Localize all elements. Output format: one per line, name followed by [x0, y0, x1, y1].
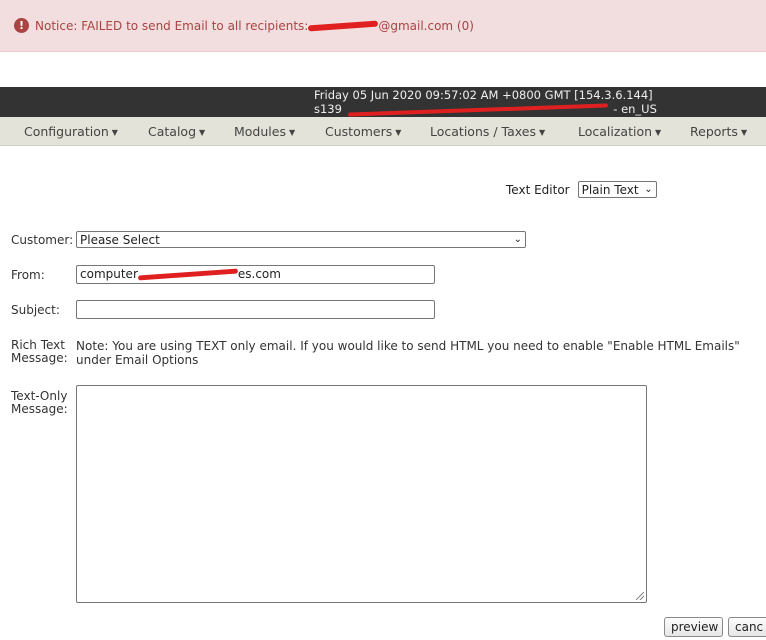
chevron-down-icon: ⌄: [513, 234, 522, 245]
menu-label: Configuration: [24, 124, 109, 139]
notice-prefix: Notice: FAILED to send Email to all reci…: [35, 18, 309, 33]
customer-selected: Please Select: [80, 232, 160, 247]
text-editor-selected: Plain Text: [581, 182, 639, 197]
text-editor-select[interactable]: Plain Text ⌄: [577, 181, 657, 198]
menu-label: Localization: [578, 124, 653, 139]
main-menu: Configuration ▼ Catalog ▼ Modules ▼ Custome…: [0, 117, 766, 146]
cancel-button[interactable]: canc: [728, 617, 766, 637]
menu-catalog[interactable]: Catalog ▼: [148, 124, 205, 139]
from-value-suffix: es.com: [237, 267, 281, 281]
caret-down-icon: ▼: [111, 128, 118, 137]
exclamation-circle-icon: !: [14, 18, 29, 33]
caret-down-icon: ▼: [288, 128, 296, 137]
header-bar: Friday 05 Jun 2020 09:57:02 AM +0800 GMT…: [0, 87, 766, 117]
caret-down-icon: ▼: [740, 128, 748, 137]
notice-suffix: @gmail.com (0): [378, 18, 474, 33]
rich-text-label: Rich Text Message:: [11, 339, 68, 365]
redaction-mark: [137, 268, 238, 281]
rich-text-label-line2: Message:: [11, 351, 68, 365]
header-host: s139 - en_US: [314, 102, 657, 117]
text-editor-label: Text Editor: [506, 182, 570, 197]
menu-localization[interactable]: Localization ▼: [578, 124, 661, 139]
preview-button[interactable]: preview: [664, 617, 723, 637]
chevron-down-icon: ⌄: [644, 184, 653, 195]
text-only-label: Text-Only Message:: [11, 390, 68, 416]
resize-grip-icon[interactable]: [636, 592, 644, 600]
menu-customers[interactable]: Customers ▼: [325, 124, 401, 139]
subject-label: Subject:: [11, 303, 60, 317]
menu-label: Reports: [690, 124, 738, 139]
from-field[interactable]: computer es.com: [76, 265, 435, 284]
caret-down-icon: ▼: [199, 128, 206, 137]
from-value-prefix: computer: [80, 267, 138, 281]
menu-label: Catalog: [148, 124, 197, 139]
text-editor-row: Text Editor Plain Text ⌄: [506, 181, 657, 198]
text-only-message-textarea[interactable]: [76, 385, 647, 603]
header-datetime: Friday 05 Jun 2020 09:57:02 AM +0800 GMT…: [314, 88, 653, 102]
customer-select[interactable]: Please Select ⌄: [76, 231, 526, 248]
from-label: From:: [11, 268, 45, 282]
menu-label: Locations / Taxes: [430, 124, 536, 139]
menu-locations-taxes[interactable]: Locations / Taxes ▼: [430, 124, 545, 139]
caret-down-icon: ▼: [655, 128, 662, 137]
menu-reports[interactable]: Reports ▼: [690, 124, 747, 139]
menu-modules[interactable]: Modules ▼: [234, 124, 295, 139]
header-host-prefix: s139: [314, 102, 342, 116]
menu-configuration[interactable]: Configuration ▼: [24, 124, 118, 139]
caret-down-icon: ▼: [395, 128, 402, 137]
notice-banner: ! Notice: FAILED to send Email to all re…: [0, 0, 766, 52]
customer-label: Customer:: [11, 233, 74, 247]
text-only-label-line2: Message:: [11, 402, 68, 416]
caret-down-icon: ▼: [538, 128, 546, 137]
menu-label: Customers: [325, 124, 393, 139]
redaction-mark: [308, 20, 379, 31]
header-host-suffix: - en_US: [613, 102, 657, 116]
rich-text-note: Note: You are using TEXT only email. If …: [76, 339, 740, 367]
menu-label: Modules: [234, 124, 286, 139]
subject-field[interactable]: [76, 300, 435, 319]
redaction-mark: [347, 102, 608, 117]
